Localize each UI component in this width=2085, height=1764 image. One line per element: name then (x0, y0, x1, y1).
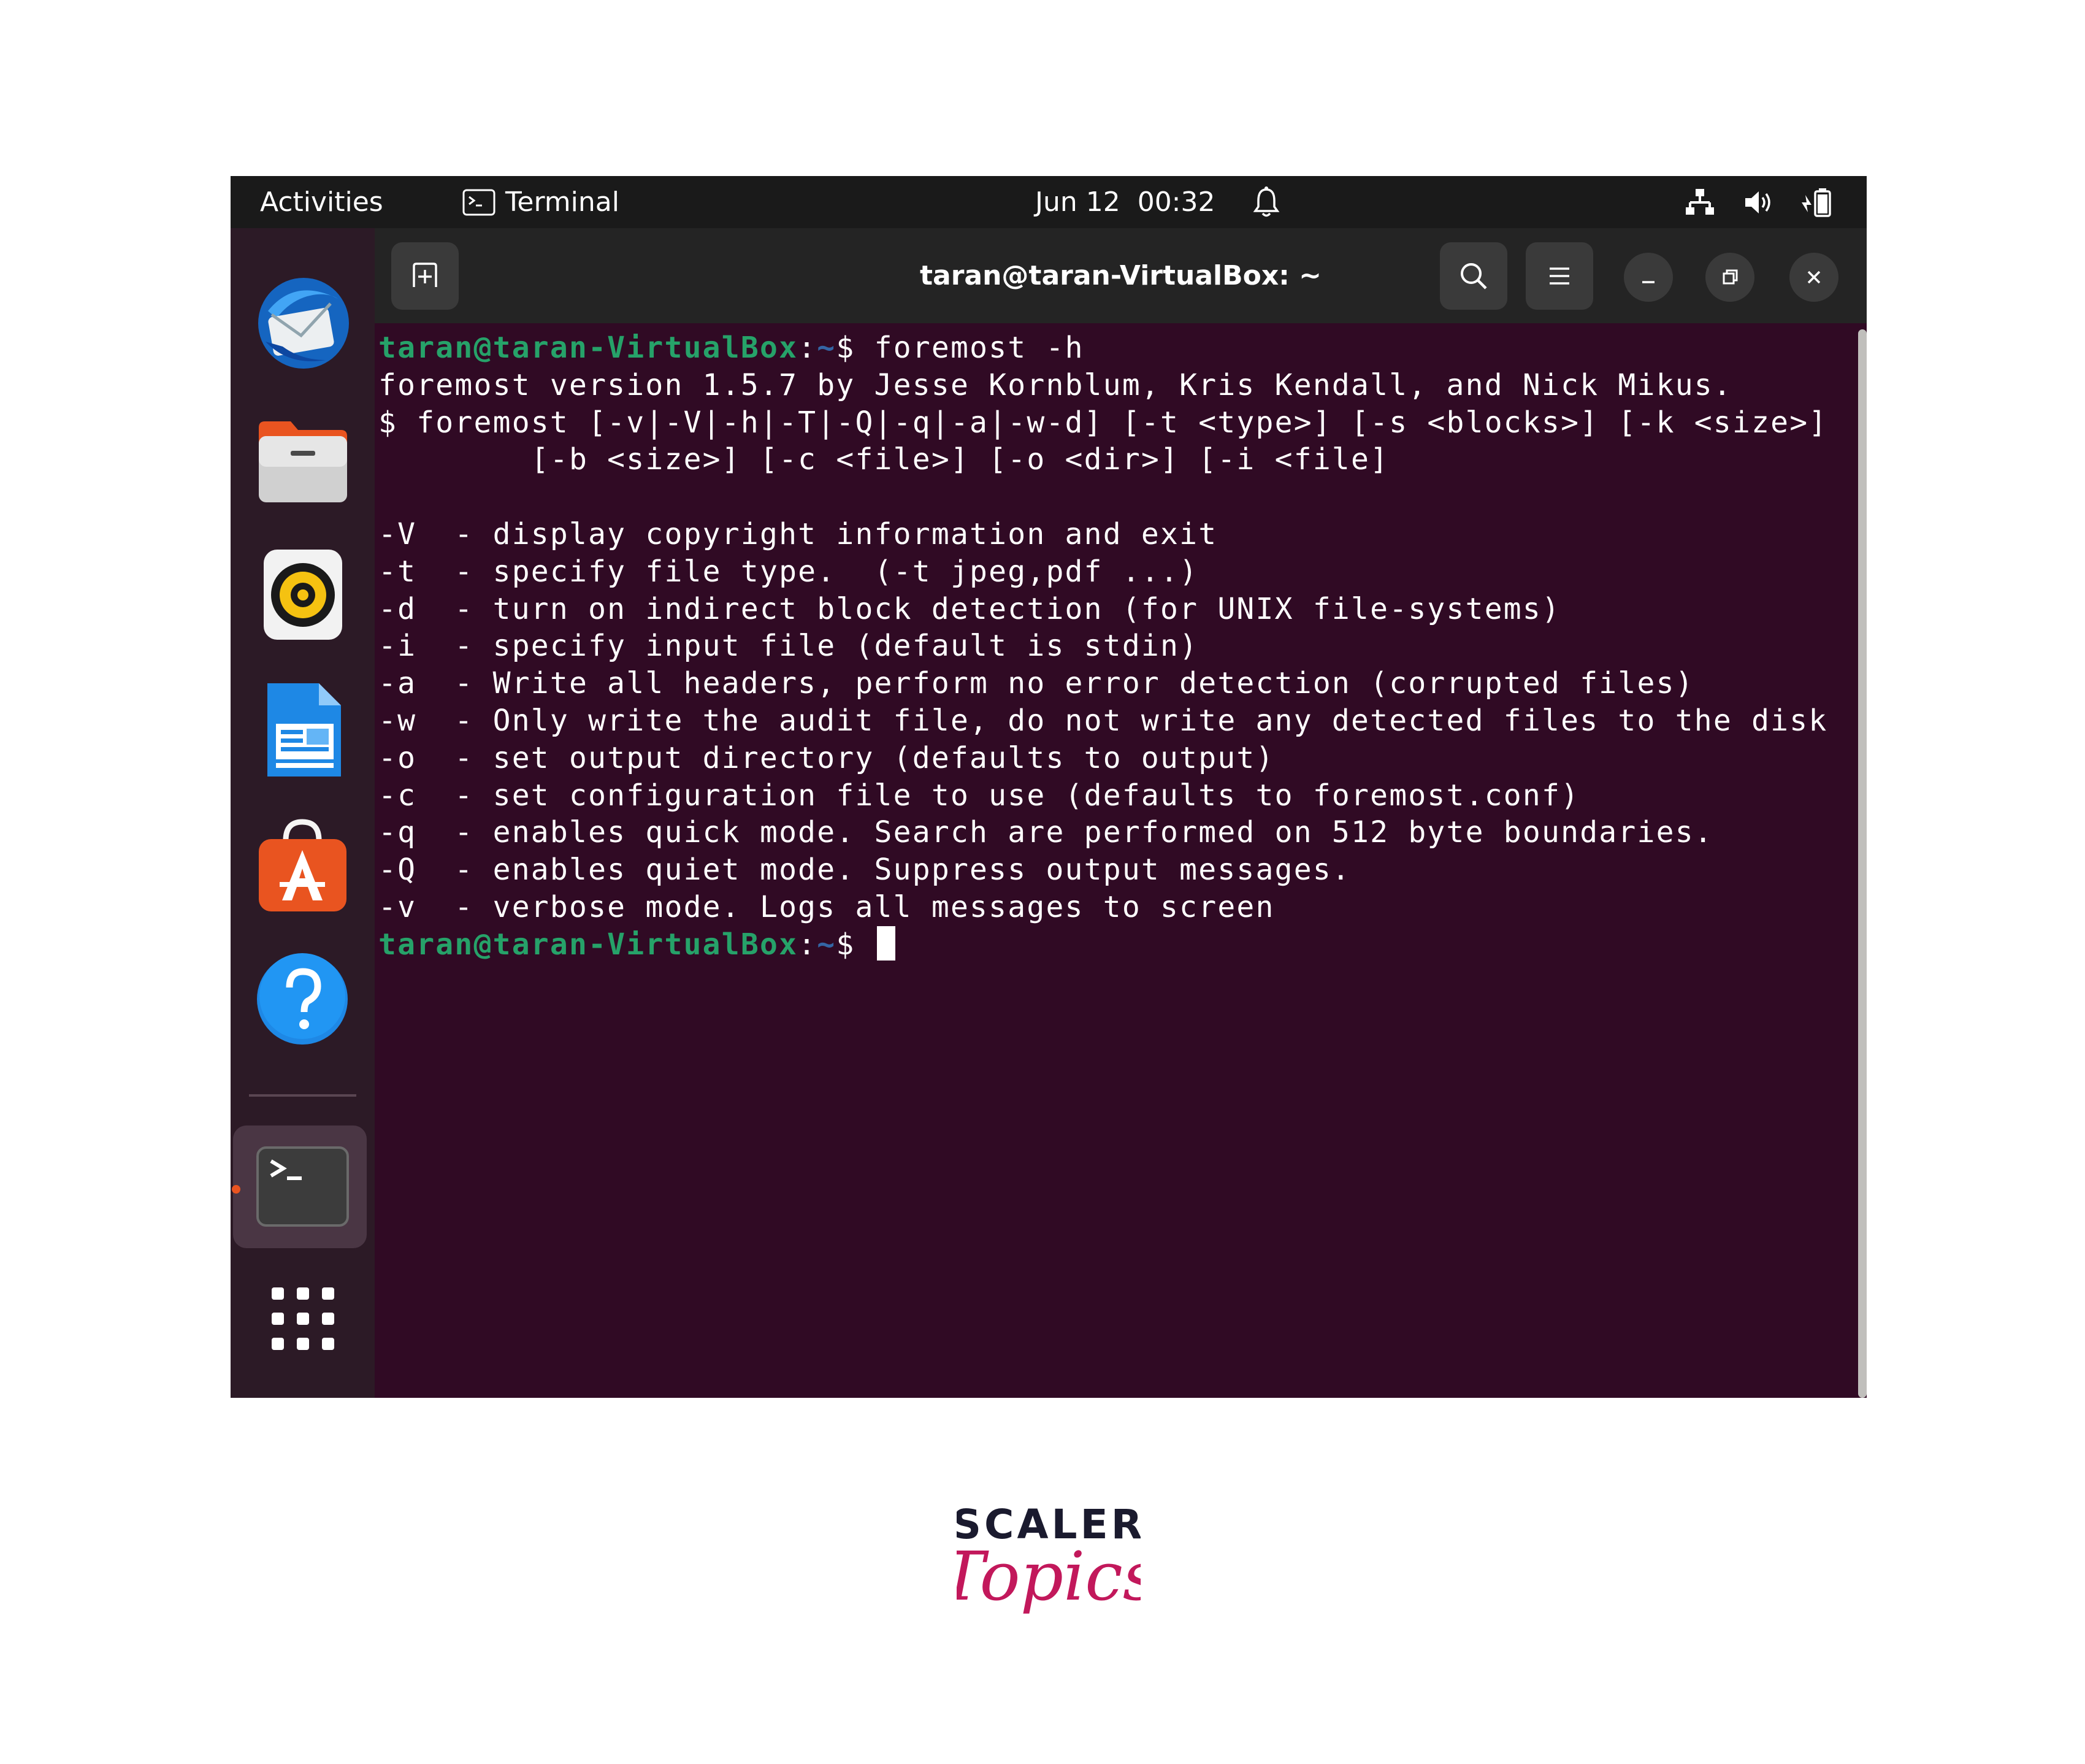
prompt-path: ~ (817, 927, 836, 962)
terminal-window: taran@taran-VirtualBox: ~ taran@taran-Vi… (375, 228, 1867, 1398)
rhythmbox-speaker-icon (260, 547, 346, 642)
minimize-icon (1637, 266, 1659, 288)
output-line: $ foremost [-v|-V|-h|-T|-Q|-q|-a|-w-d] [… (378, 405, 1828, 440)
terminal-area[interactable]: taran@taran-VirtualBox:~$ foremost -h fo… (375, 323, 1867, 1398)
dock-libreoffice-writer[interactable] (249, 676, 356, 783)
activities-label: Activities (260, 186, 383, 218)
prompt-user: taran@taran-VirtualBox (378, 927, 798, 962)
terminal-output: taran@taran-VirtualBox:~$ foremost -h fo… (378, 329, 1827, 964)
app-name-label: Terminal (505, 186, 619, 218)
new-tab-button[interactable] (391, 242, 459, 310)
output-line: -w - Only write the audit file, do not w… (378, 703, 1828, 738)
dock-files[interactable] (249, 406, 356, 513)
output-line: -d - turn on indirect block detection (f… (378, 591, 1561, 626)
hamburger-menu-icon (1546, 263, 1573, 290)
prompt-char: $ (836, 331, 855, 365)
output-line: [-b <size>] [-c <file>] [-o <dir>] [-i <… (378, 442, 1390, 477)
restore-icon (1719, 266, 1741, 288)
output-line: -v - verbose mode. Logs all messages to … (378, 889, 1275, 924)
thunderbird-mail-icon (252, 274, 353, 375)
system-status-menu[interactable] (1684, 176, 1834, 228)
terminal-line: taran@taran-VirtualBox:~$ (378, 926, 895, 962)
search-icon (1458, 260, 1490, 292)
output-line: -c - set configuration file to use (defa… (378, 778, 1580, 813)
output-line: -q - enables quick mode. Search are perf… (378, 815, 1713, 850)
scrollbar[interactable] (1858, 329, 1867, 1398)
clock-button[interactable]: Jun 12 00:32 (1035, 176, 1280, 228)
output-line: -V - display copyright information and e… (378, 516, 1218, 551)
clock-label: Jun 12 00:32 (1035, 186, 1215, 218)
output-line: -o - set output directory (defaults to o… (378, 740, 1275, 775)
output-line: foremost version 1.5.7 by Jesse Kornblum… (378, 367, 1732, 402)
dock-show-apps[interactable] (249, 1265, 356, 1372)
window-title: taran@taran-VirtualBox: ~ (919, 260, 1322, 291)
terminal-icon (462, 189, 495, 216)
libreoffice-writer-icon (260, 681, 346, 779)
activities-button[interactable]: Activities (260, 176, 383, 228)
svg-text:Topics: Topics (957, 1537, 1141, 1616)
output-line: -a - Write all headers, perform no error… (378, 666, 1694, 701)
output-line: -Q - enables quiet mode. Suppress output… (378, 853, 1352, 888)
prompt-user: taran@taran-VirtualBox (378, 331, 798, 365)
close-button[interactable] (1789, 253, 1838, 302)
prompt-separator: : (798, 927, 817, 962)
battery-icon (1799, 186, 1834, 218)
top-bar: Activities Terminal Jun 12 00:32 (231, 176, 1867, 228)
running-indicator (232, 1185, 240, 1194)
desktop-screen: Activities Terminal Jun 12 00:32 taran@t… (231, 176, 1867, 1398)
restore-button[interactable] (1705, 253, 1754, 302)
dock-terminal[interactable] (249, 1133, 356, 1240)
output-line: -t - specify file type. (-t jpeg,pdf ...… (378, 554, 1199, 589)
files-folder-icon (254, 414, 352, 506)
show-apps-grid-icon (269, 1285, 337, 1352)
command-text: foremost -h (855, 331, 1084, 365)
app-menu-terminal[interactable]: Terminal (462, 176, 619, 228)
help-icon (255, 952, 350, 1047)
close-icon (1803, 266, 1825, 288)
app-center-icon (255, 816, 350, 914)
terminal-app-icon (255, 1145, 350, 1228)
new-tab-icon (409, 260, 441, 292)
dock-thunderbird[interactable] (249, 271, 356, 378)
terminal-line: taran@taran-VirtualBox:~$ foremost -h (378, 331, 1084, 365)
dock (231, 228, 375, 1398)
network-icon (1684, 188, 1716, 217)
scaler-topics-logo: SCALER Topics (940, 1501, 1158, 1656)
minimize-button[interactable] (1624, 253, 1673, 302)
prompt-char: $ (836, 927, 855, 962)
output-line: -i - specify input file (default is stdi… (378, 629, 1199, 664)
alarm-bell-icon (1252, 186, 1280, 219)
prompt-path: ~ (817, 331, 836, 365)
dock-help[interactable] (249, 946, 356, 1053)
window-headerbar: taran@taran-VirtualBox: ~ (375, 228, 1867, 323)
dock-rhythmbox[interactable] (249, 541, 356, 648)
volume-icon (1743, 188, 1775, 217)
text-cursor (876, 926, 895, 961)
dock-separator (249, 1094, 356, 1097)
dock-app-center[interactable] (249, 811, 356, 918)
prompt-separator: : (798, 331, 817, 365)
search-button[interactable] (1440, 242, 1507, 310)
menu-button[interactable] (1526, 242, 1593, 310)
